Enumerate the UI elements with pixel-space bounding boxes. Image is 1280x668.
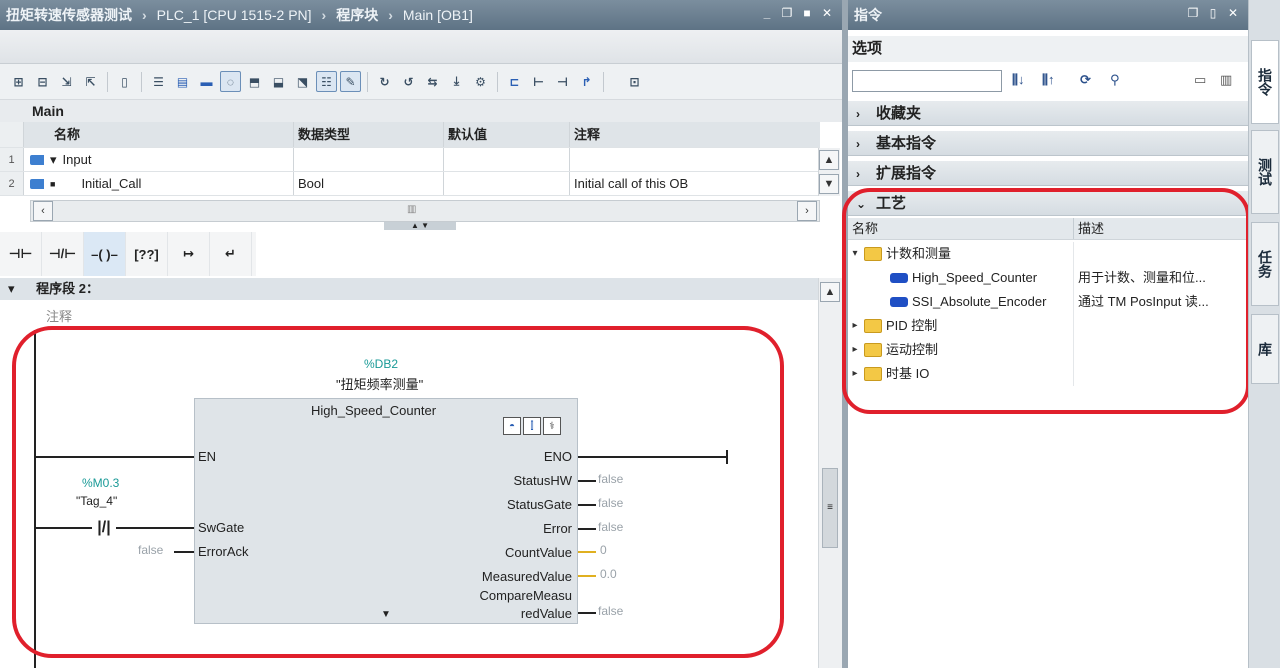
- splitter-handle-icon[interactable]: ▲ ▼: [384, 222, 456, 230]
- maximize-icon[interactable]: ▯: [1206, 6, 1220, 20]
- operand-icon[interactable]: ⬔: [292, 71, 313, 92]
- branch-open-icon[interactable]: ⊢: [528, 71, 549, 92]
- column-header[interactable]: 名称: [24, 122, 294, 147]
- nc-contact-icon[interactable]: ⊣/⊢: [42, 232, 84, 276]
- table-row[interactable]: 2 ■ Initial_Call Bool Initial call of thi…: [0, 172, 820, 196]
- table-row[interactable]: 1 ▾ Input: [0, 148, 820, 172]
- download-icon[interactable]: ⤓: [446, 71, 467, 92]
- close-icon[interactable]: ✕: [1226, 6, 1240, 20]
- scroll-left-icon[interactable]: ‹: [33, 201, 53, 221]
- monitor-icon[interactable]: ⚙: [470, 71, 491, 92]
- open-branch-icon[interactable]: ↦: [168, 232, 210, 276]
- edit-icon[interactable]: ✎: [340, 71, 361, 92]
- highlight-block-frame: [12, 326, 784, 658]
- column-header[interactable]: 默认值: [444, 122, 570, 147]
- task-card-tabs: 指令 测试 任务 库: [1248, 0, 1280, 668]
- scroll-down-icon[interactable]: ▼: [819, 174, 839, 194]
- highlight-technology-frame: [842, 188, 1250, 414]
- expand-icon[interactable]: ▾: [50, 148, 57, 172]
- input-pin-icon: [30, 154, 44, 165]
- branch-close-icon[interactable]: ⊣: [552, 71, 573, 92]
- network-header[interactable]: ▾ 程序段 2：: [0, 278, 818, 300]
- column-header[interactable]: 注释: [570, 122, 820, 147]
- breadcrumb-plc[interactable]: PLC_1 [CPU 1515-2 PN]: [157, 7, 312, 23]
- go-offline-icon[interactable]: ↺: [398, 71, 419, 92]
- editor-titlebar: 扭矩转速传感器测试 › PLC_1 [CPU 1515-2 PN] › 程序块 …: [0, 0, 842, 30]
- network-title: 程序段 2：: [36, 281, 99, 296]
- chevron-right-icon: ›: [388, 7, 393, 23]
- layout-icon[interactable]: ▭: [1194, 72, 1206, 88]
- scroll-up-icon[interactable]: ▲: [820, 282, 840, 302]
- block-interface-title: Main: [0, 100, 842, 122]
- search-down-icon[interactable]: ⫼↓: [1012, 72, 1024, 88]
- maximize-icon[interactable]: ■: [800, 6, 814, 20]
- table-icon[interactable]: ☷: [316, 71, 337, 92]
- collapse-icon[interactable]: ▬: [196, 71, 217, 92]
- filter-icon[interactable]: ⚲: [1110, 72, 1120, 88]
- scroll-thumb-icon[interactable]: ≡: [822, 468, 838, 548]
- chevron-right-icon: ›: [321, 7, 327, 23]
- column-header[interactable]: 数据类型: [294, 122, 444, 147]
- jump-icon[interactable]: ↱: [576, 71, 597, 92]
- insert-row-icon[interactable]: ⇲: [56, 71, 77, 92]
- instruction-search-input[interactable]: [852, 70, 1002, 92]
- minimize-icon[interactable]: _: [760, 6, 774, 20]
- comment-icon[interactable]: ◌: [220, 71, 241, 92]
- bullet-icon: ■: [50, 178, 56, 189]
- add-row-icon[interactable]: ⇱: [80, 71, 101, 92]
- input-pin-icon: [30, 178, 44, 189]
- network-comment[interactable]: 注释: [46, 306, 72, 325]
- search-up-icon[interactable]: ⫼↑: [1042, 72, 1054, 88]
- symbolic-icon[interactable]: ⬓: [268, 71, 289, 92]
- tab-tasks[interactable]: 任务: [1251, 222, 1279, 306]
- close-icon[interactable]: ✕: [820, 6, 834, 20]
- tab-libraries[interactable]: 库: [1251, 314, 1279, 384]
- options-label: 选项: [848, 36, 1248, 62]
- pane-favorites[interactable]: › 收藏夹: [848, 100, 1248, 126]
- breadcrumb-blocks[interactable]: 程序块: [336, 5, 378, 25]
- instructions-panel: 指令 ❐ ▯ ✕ 选项 ⫼↓ ⫼↑ ⟳ ⚲ ▭ ▥ › 收藏夹 › 基本指令 › 扩展…: [842, 0, 1250, 668]
- chevron-right-icon: ›: [856, 137, 860, 151]
- table-header: 名称 数据类型 默认值 注释: [0, 122, 820, 148]
- pane-basic-instructions[interactable]: › 基本指令: [848, 130, 1248, 156]
- list-icon[interactable]: ☰: [148, 71, 169, 92]
- insert-network-icon[interactable]: ⊞: [8, 71, 29, 92]
- network-view-icon[interactable]: ▤: [172, 71, 193, 92]
- chevron-right-icon: ›: [856, 107, 860, 121]
- block-interface-table: 名称 数据类型 默认值 注释 1 ▾ Input 2 ■ Initial_Call …: [0, 122, 820, 196]
- favorites-toolbar: ⊣⊢ ⊣/⊢ –( )– [??] ↦ ↵: [0, 232, 256, 276]
- compare-icon[interactable]: ⇆: [422, 71, 443, 92]
- scroll-right-icon[interactable]: ›: [797, 201, 817, 221]
- interface-hscroll[interactable]: ‹ ▥ ›: [30, 200, 820, 222]
- tab-testing[interactable]: 测试: [1251, 130, 1279, 214]
- window-split-icon[interactable]: ⊡: [624, 71, 645, 92]
- scroll-up-icon[interactable]: ▲: [819, 150, 839, 170]
- close-branch-icon[interactable]: ↵: [210, 232, 252, 276]
- tab-instructions[interactable]: 指令: [1251, 40, 1279, 124]
- no-contact-icon[interactable]: ⊣⊢: [0, 232, 42, 276]
- absolute-icon[interactable]: ⬒: [244, 71, 265, 92]
- watch-icon[interactable]: ▯: [114, 71, 135, 92]
- breadcrumb-main[interactable]: Main [OB1]: [403, 7, 473, 23]
- chevron-right-icon: ›: [142, 7, 147, 23]
- call-icon[interactable]: ⊏: [504, 71, 525, 92]
- editor-toolbar: ⊞ ⊟ ⇲ ⇱ ▯ ☰ ▤ ▬ ◌ ⬒ ⬓ ⬔ ☷ ✎ ↻ ↺ ⇆ ⤓ ⚙ ⊏ …: [0, 64, 842, 100]
- delete-network-icon[interactable]: ⊟: [32, 71, 53, 92]
- chevron-right-icon: ›: [856, 167, 860, 181]
- scroll-thumb-icon[interactable]: ▥: [407, 204, 416, 215]
- restore-icon[interactable]: ❐: [780, 6, 794, 20]
- go-online-icon[interactable]: ↻: [374, 71, 395, 92]
- pane-extended-instructions[interactable]: › 扩展指令: [848, 160, 1248, 186]
- columns-icon[interactable]: ▥: [1220, 72, 1232, 88]
- coil-icon[interactable]: –( )–: [84, 232, 126, 276]
- network-vscroll[interactable]: ▲ ≡: [818, 278, 842, 668]
- editor-tool-strip: [0, 30, 842, 64]
- favorites-add-icon[interactable]: ⟳: [1080, 72, 1091, 88]
- empty-box-icon[interactable]: [??]: [126, 232, 168, 276]
- breadcrumb-project[interactable]: 扭矩转速传感器测试: [6, 5, 132, 25]
- program-editor: 扭矩转速传感器测试 › PLC_1 [CPU 1515-2 PN] › 程序块 …: [0, 0, 842, 668]
- interface-vscroll[interactable]: ▲ ▼: [818, 148, 840, 196]
- collapse-icon[interactable]: ▾: [8, 281, 15, 296]
- restore-icon[interactable]: ❐: [1186, 6, 1200, 20]
